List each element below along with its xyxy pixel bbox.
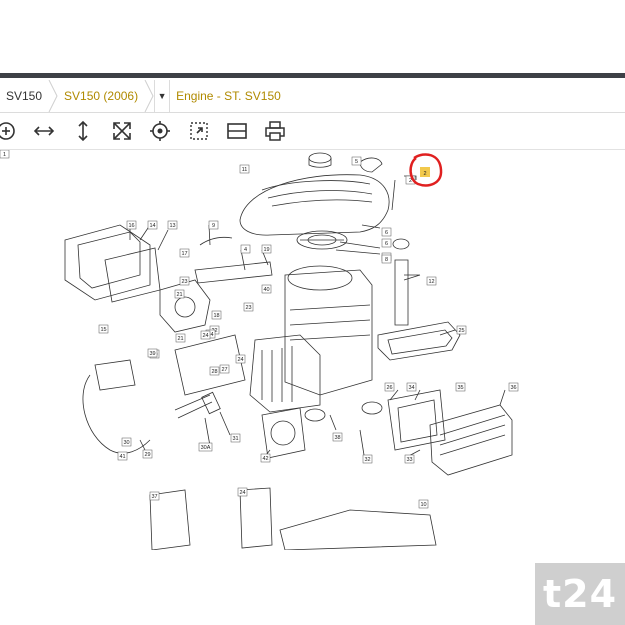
callout-label: 37 [151, 494, 157, 500]
breadcrumb-label: SV150 [6, 89, 43, 103]
callout-label: 39 [149, 351, 155, 357]
callout-label: 23 [181, 279, 187, 285]
breadcrumb-item-model[interactable]: SV150 [0, 80, 58, 112]
callout-label: 5 [355, 159, 358, 165]
callout-label: 24 [202, 333, 208, 339]
fit-width-icon[interactable] [32, 119, 56, 143]
top-bar [0, 73, 625, 78]
breadcrumb-item-year[interactable]: SV150 (2006) [58, 80, 154, 112]
parts-diagram[interactable]: 1165672161413917194812234023182224212421… [0, 149, 625, 551]
breadcrumb-label: Engine - ST. SV150 [176, 89, 281, 103]
callout-label: 24 [239, 490, 245, 496]
callout-label: 41 [119, 454, 125, 460]
callout-label: 30 [123, 440, 129, 446]
callout-label: 30A [201, 445, 211, 451]
highlighted-callout-label: 2 [423, 171, 426, 177]
callout-label: 8 [385, 257, 388, 263]
callout-label: 17 [181, 251, 187, 257]
callout-label: 40 [263, 287, 269, 293]
callout-label: 16 [128, 223, 134, 229]
callout-label: 33 [406, 457, 412, 463]
print-icon[interactable] [263, 119, 287, 143]
callout-label: 28 [211, 369, 217, 375]
callout-label: 25 [458, 328, 464, 334]
callout-label: 12 [428, 279, 434, 285]
callout-label: 19 [263, 247, 269, 253]
breadcrumb-item-section[interactable]: Engine - ST. SV150 [170, 80, 287, 112]
callout-label: 38 [334, 435, 340, 441]
callout-label: 42 [262, 456, 268, 462]
callout-label: 6 [385, 241, 388, 247]
callout-label: 27 [221, 367, 227, 373]
watermark-text: t24 [542, 572, 618, 616]
callout-label: 35 [457, 385, 463, 391]
chevron-right-icon [48, 80, 58, 112]
callout-label: 15 [100, 327, 106, 333]
callout-group: 1165672161413917194812234023182224212421… [0, 149, 519, 509]
callout-label: 32 [364, 457, 370, 463]
callout-label: 34 [408, 385, 414, 391]
fit-page-icon[interactable] [110, 119, 134, 143]
callout-label: 6 [385, 230, 388, 236]
breadcrumb-label: SV150 (2006) [64, 89, 139, 103]
callout-label: 14 [149, 223, 155, 229]
chevron-down-icon[interactable]: ▼ [154, 80, 171, 112]
zoom-in-icon[interactable] [0, 119, 18, 143]
callout-label: 31 [232, 436, 238, 442]
watermark-badge: t24 [535, 563, 625, 625]
breadcrumb: SV150 SV150 (2006) ▼ Engine - ST. SV150 [0, 80, 625, 113]
callout-label: 9 [212, 223, 215, 229]
callout-label: 36 [510, 385, 516, 391]
list-view-icon[interactable] [225, 119, 249, 143]
fit-height-icon[interactable] [71, 119, 95, 143]
callout-label: 21 [177, 336, 183, 342]
callout-label: 26 [386, 385, 392, 391]
callout-label: 29 [144, 452, 150, 458]
callout-label: 21 [176, 292, 182, 298]
select-area-icon[interactable] [187, 119, 211, 143]
callout-label: 13 [169, 223, 175, 229]
toolbar [0, 113, 625, 150]
callout-label: 11 [242, 167, 248, 173]
engine-exploded-view: 1165672161413917194812234023182224212421… [0, 149, 519, 551]
center-target-icon[interactable] [148, 119, 172, 143]
chevron-right-icon [144, 80, 154, 112]
callout-label: 10 [420, 502, 426, 508]
callout-label: 4 [244, 247, 247, 253]
callout-label: 1 [3, 152, 6, 158]
callout-label: 23 [245, 305, 251, 311]
callout-label: 24 [237, 357, 243, 363]
callout-label: 18 [213, 313, 219, 319]
